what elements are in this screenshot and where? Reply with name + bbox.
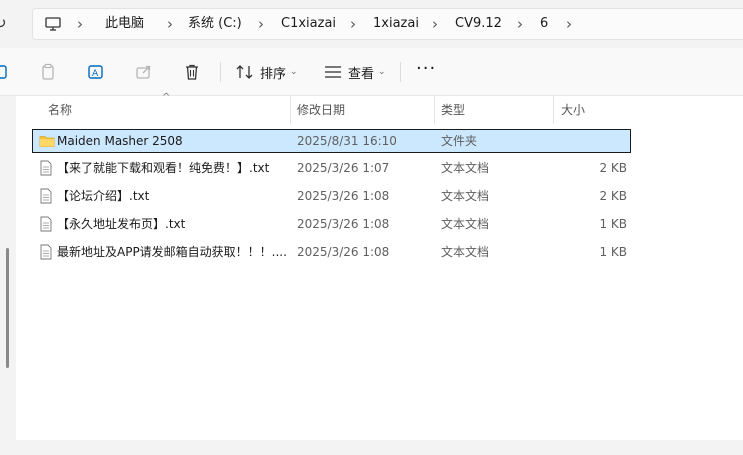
file-size: 2 KB <box>599 161 627 175</box>
breadcrumb-cv912[interactable]: CV9.12 <box>455 9 502 39</box>
file-type: 文件夹 <box>441 134 478 148</box>
delete-icon[interactable] <box>183 63 201 81</box>
chevron-down-icon: ⌄ <box>378 67 386 77</box>
column-header-name[interactable]: 名称 <box>48 96 72 124</box>
file-name: 【论坛介绍】.txt <box>57 189 150 203</box>
sort-ascending-icon: ^ <box>162 92 171 103</box>
file-type: 文本文档 <box>441 189 490 203</box>
table-row[interactable]: 【论坛介绍】.txt 2025/3/26 1:08 文本文档 2 KB <box>32 185 631 209</box>
address-bar-row: ↻ › 此电脑 › 系统 (C:) › C1xiazai › 1xiazai ›… <box>0 0 743 48</box>
command-bar: A 排序 ⌄ 查看 ⌄ ··· <box>0 48 743 96</box>
file-type: 文本文档 <box>441 161 490 175</box>
breadcrumb-chevron-icon[interactable]: › <box>517 9 523 39</box>
scissors-icon[interactable] <box>0 63 9 81</box>
column-header-size[interactable]: 大小 <box>561 96 585 124</box>
breadcrumb-6[interactable]: 6 <box>540 9 548 39</box>
sort-button[interactable]: 排序 ⌄ <box>236 62 298 82</box>
share-icon[interactable] <box>135 63 153 81</box>
breadcrumb-this-pc[interactable]: 此电脑 <box>105 9 144 39</box>
file-type: 文本文档 <box>441 245 490 259</box>
breadcrumb-chevron-icon[interactable]: › <box>258 9 264 39</box>
window-bottom-edge <box>0 440 743 455</box>
breadcrumb-1xiazai[interactable]: 1xiazai <box>373 9 419 39</box>
table-row[interactable]: Maiden Masher 2508 2025/8/31 16:10 文件夹 <box>32 129 631 153</box>
copy-icon[interactable] <box>39 63 57 81</box>
column-divider[interactable] <box>553 96 554 124</box>
view-label: 查看 <box>348 66 375 82</box>
file-modified: 2025/8/31 16:10 <box>297 134 397 148</box>
file-size: 1 KB <box>599 217 627 231</box>
refresh-icon[interactable]: ↻ <box>0 14 10 32</box>
file-size: 2 KB <box>599 189 627 203</box>
breadcrumb-chevron-icon[interactable]: › <box>432 9 438 39</box>
toolbar-divider <box>220 62 221 82</box>
sort-icon <box>236 65 253 79</box>
text-file-icon <box>40 160 52 176</box>
column-header-type[interactable]: 类型 <box>441 96 465 124</box>
file-modified: 2025/3/26 1:08 <box>297 245 390 259</box>
column-divider[interactable] <box>290 96 291 124</box>
sort-label: 排序 <box>260 66 287 82</box>
file-modified: 2025/3/26 1:07 <box>297 161 390 175</box>
text-file-icon <box>40 216 52 232</box>
navigation-pane-edge <box>0 96 16 440</box>
svg-text:A: A <box>92 69 99 79</box>
toolbar-divider <box>400 62 401 82</box>
file-name: 【来了就能下载和观看！纯免费！】.txt <box>57 161 270 175</box>
breadcrumb-chevron-icon[interactable]: › <box>77 9 83 39</box>
table-row[interactable]: 【来了就能下载和观看！纯免费！】.txt 2025/3/26 1:07 文本文档… <box>32 157 631 181</box>
file-modified: 2025/3/26 1:08 <box>297 217 390 231</box>
more-icon[interactable]: ··· <box>416 58 436 79</box>
file-name: Maiden Masher 2508 <box>57 134 183 148</box>
file-list: ^ 名称 修改日期 类型 大小 Maiden Masher 2508 2025/… <box>16 92 743 440</box>
file-type: 文本文档 <box>441 217 490 231</box>
table-row[interactable]: 最新地址及APP请发邮箱自动获取！！！.... 2025/3/26 1:08 文… <box>32 241 631 265</box>
address-bar[interactable]: › 此电脑 › 系统 (C:) › C1xiazai › 1xiazai › C… <box>32 8 743 40</box>
table-row[interactable]: 【永久地址发布页】.txt 2025/3/26 1:08 文本文档 1 KB <box>32 213 631 237</box>
rename-icon[interactable]: A <box>87 63 105 81</box>
file-name: 最新地址及APP请发邮箱自动获取！！！.... <box>57 245 287 259</box>
breadcrumb-chevron-icon[interactable]: › <box>566 9 572 39</box>
text-file-icon <box>40 188 52 204</box>
breadcrumb-chevron-icon[interactable]: › <box>350 9 356 39</box>
file-size: 1 KB <box>599 245 627 259</box>
column-header-modified[interactable]: 修改日期 <box>297 96 345 124</box>
text-file-icon <box>40 244 52 260</box>
view-icon <box>325 66 341 78</box>
file-modified: 2025/3/26 1:08 <box>297 189 390 203</box>
this-pc-icon[interactable] <box>45 17 61 31</box>
file-name: 【永久地址发布页】.txt <box>57 217 186 231</box>
navigation-scrollbar[interactable] <box>6 248 9 368</box>
breadcrumb-drive-c[interactable]: 系统 (C:) <box>188 9 242 39</box>
breadcrumb-chevron-icon[interactable]: › <box>167 9 173 39</box>
view-button[interactable]: 查看 ⌄ <box>324 62 386 82</box>
chevron-down-icon: ⌄ <box>290 67 298 77</box>
folder-icon <box>39 136 55 147</box>
breadcrumb-c1xiazai[interactable]: C1xiazai <box>281 9 336 39</box>
column-divider[interactable] <box>434 96 435 124</box>
